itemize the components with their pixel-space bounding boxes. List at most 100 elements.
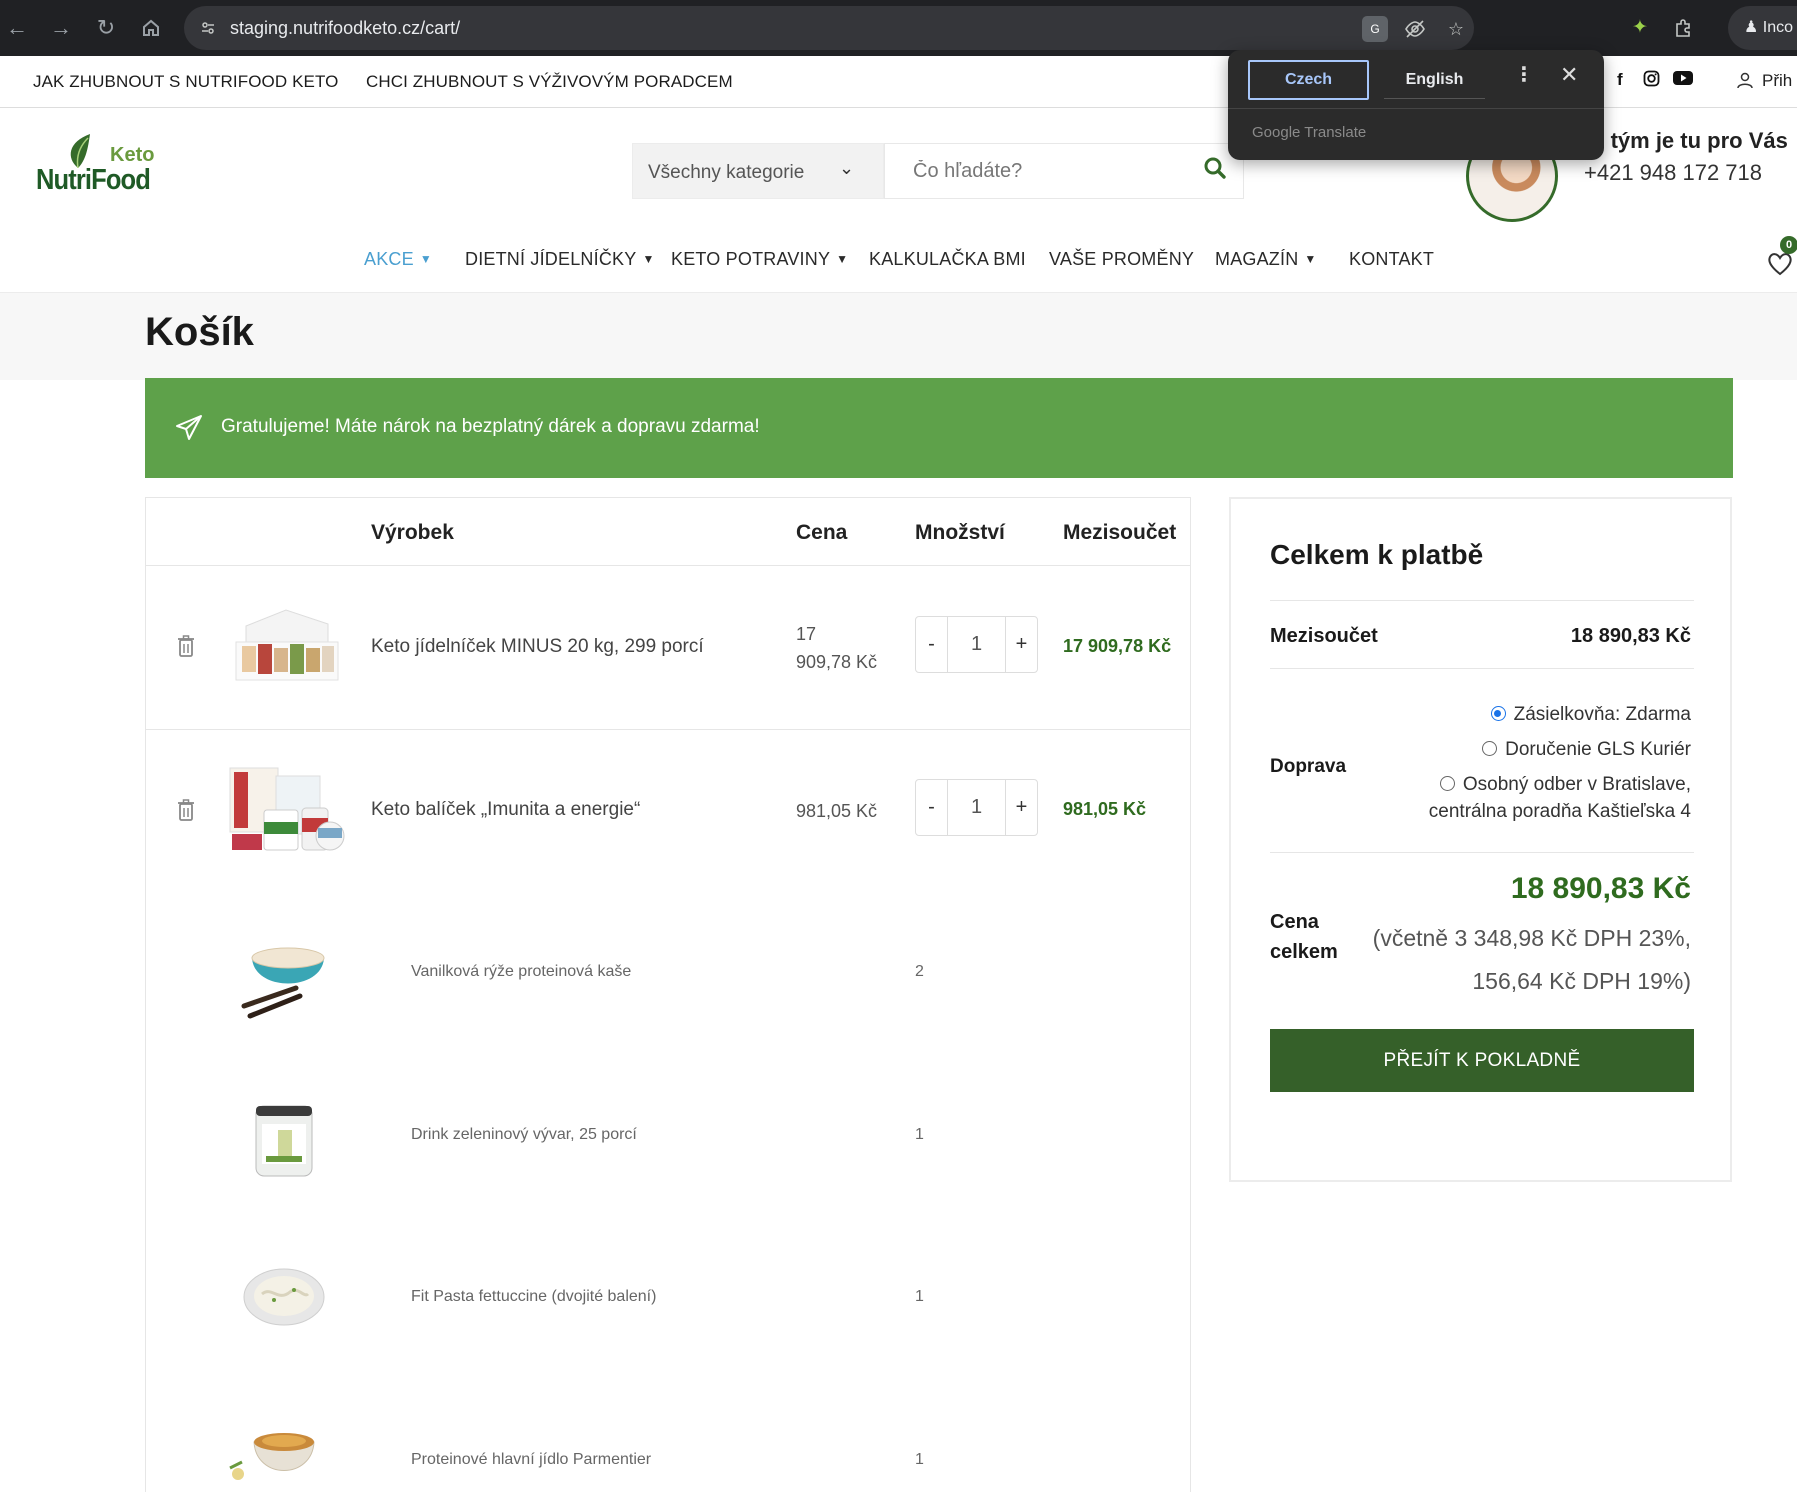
bundle-item-name: Drink zeleninový vývar, 25 porcí	[411, 1126, 637, 1143]
site-logo[interactable]: Keto NutriFood	[36, 134, 156, 206]
radio-unchecked[interactable]	[1439, 776, 1455, 791]
line-subtotal: 17 909,78 Kč	[1063, 636, 1172, 656]
bundle-item-qty: 1	[915, 1288, 924, 1305]
instagram-icon[interactable]	[1643, 70, 1660, 92]
chevron-down-icon: ▼	[836, 252, 849, 266]
browser-toolbar: ← → ↻ staging.nutrifoodketo.cz/cart/ G ☆…	[0, 0, 1797, 56]
bundle-item-image	[255, 1105, 313, 1177]
shipping-option-pickup[interactable]: Osobný odber v Bratislave,	[1439, 774, 1691, 796]
translate-popup: Czech English ⋮ ✕ Google Translate	[1228, 50, 1604, 160]
checkout-button[interactable]: PŘEJÍT K POKLADNĚ	[1270, 1029, 1694, 1092]
close-icon[interactable]: ✕	[1560, 62, 1578, 88]
vat-breakdown: (včetně 3 348,98 Kč DPH 23%, 156,64 Kč DP…	[1351, 917, 1691, 1003]
quantity-increase-button[interactable]: +	[1005, 617, 1037, 672]
nav-item-keto-foods[interactable]: KETO POTRAVINY ▼	[671, 249, 848, 270]
col-header-product: Výrobek	[371, 521, 454, 544]
quantity-increase-button[interactable]: +	[1005, 780, 1037, 835]
nav-item-diet-plans[interactable]: DIETNÍ JÍDELNÍČKY ▼	[465, 249, 655, 270]
translate-tab-target[interactable]: English	[1374, 60, 1495, 100]
translate-tab-source[interactable]: Czech	[1248, 60, 1369, 100]
incognito-badge[interactable]: ♟ Inco	[1728, 6, 1797, 50]
page: ← → ↻ staging.nutrifoodketo.cz/cart/ G ☆…	[0, 0, 1797, 1492]
url-text[interactable]: staging.nutrifoodketo.cz/cart/	[230, 18, 460, 39]
quantity-input[interactable]: 1	[948, 617, 1005, 672]
extension-icon[interactable]: ✦	[1625, 13, 1655, 43]
total-label-line-2: celkem	[1270, 941, 1338, 963]
eye-off-icon[interactable]	[1402, 16, 1428, 42]
login-link[interactable]: Přih	[1736, 71, 1792, 91]
product-name[interactable]: Keto jídelníček MINUS 20 kg, 299 porcí	[371, 636, 704, 658]
forward-icon[interactable]: →	[46, 13, 76, 43]
more-options-icon[interactable]: ⋮	[1514, 62, 1534, 87]
col-header-subtotal: Mezisoučet	[1063, 521, 1177, 544]
top-link-how-to-lose-weight[interactable]: JAK ZHUBNOUT S NUTRIFOOD KETO	[33, 72, 338, 92]
category-select[interactable]: Všechny kategorie ⌄	[632, 143, 884, 199]
search-input[interactable]	[913, 156, 1183, 186]
bundle-item-qty: 2	[915, 963, 924, 980]
home-icon[interactable]	[136, 13, 166, 43]
popup-divider	[1228, 108, 1604, 109]
total-label-line-1: Cena	[1270, 911, 1319, 933]
radio-unchecked[interactable]	[1482, 741, 1498, 756]
chevron-down-icon: ▼	[1304, 252, 1317, 266]
chevron-down-icon: ⌄	[839, 158, 855, 178]
site-info-icon[interactable]	[196, 16, 220, 40]
search-box	[884, 143, 1244, 199]
product-price: 981,05 Kč	[796, 801, 878, 821]
product-image-immunity-pack[interactable]	[226, 764, 348, 852]
quantity-decrease-button[interactable]: -	[916, 617, 948, 672]
totals-divider	[1270, 668, 1694, 669]
product-name[interactable]: Keto balíček „Imunita a energie“	[371, 799, 640, 821]
extensions-puzzle-icon[interactable]	[1668, 13, 1698, 43]
paper-plane-icon	[176, 415, 202, 440]
row-divider	[146, 565, 1190, 566]
trash-icon[interactable]	[176, 634, 196, 658]
facebook-icon[interactable]: f	[1617, 70, 1623, 90]
back-icon[interactable]: ←	[2, 13, 32, 43]
address-bar[interactable]: staging.nutrifoodketo.cz/cart/ G ☆	[184, 6, 1474, 50]
radio-checked[interactable]	[1490, 706, 1506, 721]
nav-item-label: MAGAZÍN	[1215, 249, 1299, 269]
nav-item-akce[interactable]: AKCE ▼	[364, 249, 432, 270]
top-link-nutrition-advisor[interactable]: CHCI ZHUBNOUT S VÝŽIVOVÝM PORADCEM	[366, 72, 733, 92]
translate-icon[interactable]: G	[1362, 16, 1388, 42]
search-button[interactable]	[1203, 156, 1233, 186]
quantity-input[interactable]: 1	[948, 780, 1005, 835]
line-subtotal: 981,05 Kč	[1063, 799, 1147, 819]
reload-icon[interactable]: ↻	[91, 13, 121, 43]
quantity-decrease-button[interactable]: -	[916, 780, 948, 835]
bundle-item-image	[241, 947, 325, 1019]
vat-line-2: 156,64 Kč DPH 19%)	[1472, 968, 1691, 994]
shipping-option-gls[interactable]: Doručenie GLS Kuriér	[1482, 739, 1691, 761]
main-nav: AKCE ▼ DIETNÍ JÍDELNÍČKY ▼ KETO POTRAVINY ▼…	[0, 246, 1797, 292]
youtube-icon[interactable]	[1673, 70, 1693, 91]
nav-item-transformations[interactable]: VAŠE PROMĚNY	[1049, 249, 1194, 270]
nav-item-label: AKCE	[364, 249, 414, 269]
grand-total-value: 18 890,83 Kč	[1510, 872, 1691, 905]
user-icon	[1737, 72, 1753, 89]
subtotal-value: 18 890,83 Kč	[1570, 625, 1691, 647]
chevron-down-icon: ▼	[419, 252, 432, 266]
chevron-down-icon: ▼	[642, 252, 655, 266]
trash-icon[interactable]	[176, 798, 196, 822]
wishlist-heart-icon[interactable]	[1766, 250, 1794, 278]
category-select-value: Všechny kategorie	[648, 162, 805, 183]
incognito-label: Inco	[1762, 19, 1794, 36]
bookmark-star-icon[interactable]: ☆	[1443, 16, 1469, 42]
product-image-keto-menu[interactable]	[232, 604, 342, 688]
cart-totals: Celkem k platbě Mezisoučet 18 890,83 Kč …	[1229, 497, 1732, 1182]
phone-number[interactable]: +421 948 172 718	[1584, 160, 1762, 186]
team-tagline: aš tým je tu pro Vás	[1580, 128, 1788, 153]
nav-item-magazine[interactable]: MAGAZÍN ▼	[1215, 249, 1316, 270]
logo-brand-text: NutriFood	[36, 164, 151, 196]
price-line-1: 17	[796, 624, 817, 644]
nav-item-contact[interactable]: KONTAKT	[1349, 249, 1434, 270]
bundle-item-qty: 1	[915, 1126, 924, 1143]
nav-item-bmi-calculator[interactable]: KALKULAČKA BMI	[869, 249, 1026, 270]
google-translate-brand: Google Translate	[1252, 124, 1367, 141]
price-line-2: 909,78 Kč	[796, 652, 878, 672]
row-divider	[146, 729, 1190, 730]
bundle-item-name: Fit Pasta fettuccine (dvojité balení)	[411, 1288, 657, 1305]
logo-leaf-icon	[70, 134, 90, 168]
shipping-option-zasielkovna[interactable]: Zásielkovňa: Zdarma	[1490, 704, 1691, 726]
